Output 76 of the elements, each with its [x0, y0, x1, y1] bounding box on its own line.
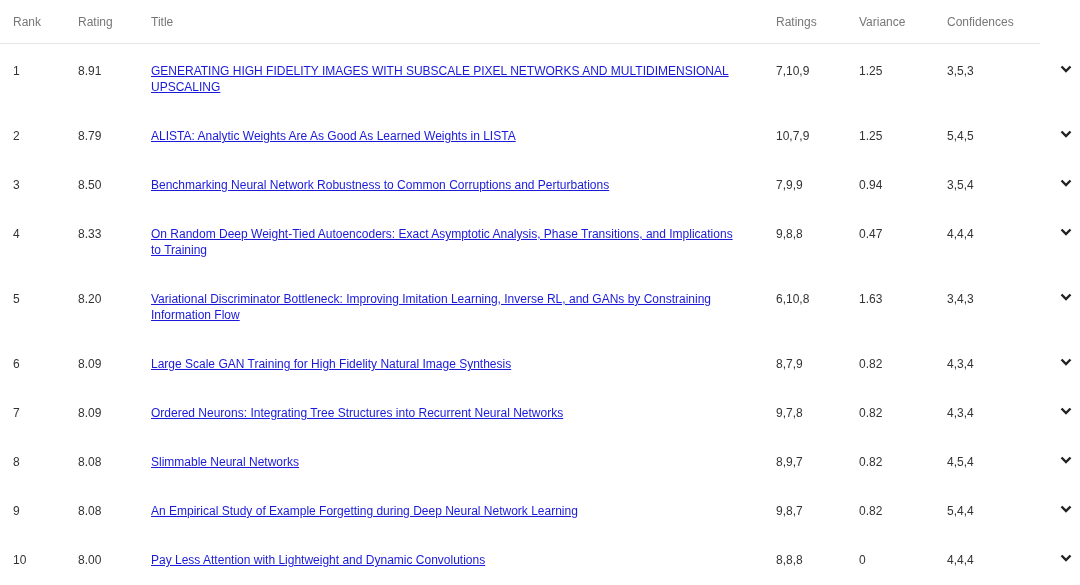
variance-cell: 1.25 [859, 129, 883, 143]
paper-title-link[interactable]: Large Scale GAN Training for High Fidelity Natural Image Synthesis [151, 356, 512, 372]
paper-title-link[interactable]: Ordered Neurons: Integrating Tree Structures into Recurrent Neural Networks [151, 405, 564, 421]
confidences-cell: 4,3,4 [947, 357, 974, 371]
rank-cell: 9 [13, 504, 20, 518]
paper-title-link[interactable]: GENERATING HIGH FIDELITY IMAGES WITH SUBSCALE PIXEL NETWORKS AND MULTIDIMENSIONAL UPSCALING [151, 63, 736, 95]
rank-cell: 7 [13, 406, 20, 420]
confidences-cell: 3,5,4 [947, 178, 974, 192]
confidences-cell: 4,5,4 [947, 455, 974, 469]
ratings-cell: 6,10,8 [776, 292, 810, 306]
rank-cell: 3 [13, 178, 20, 192]
chevron-down-icon [1060, 293, 1072, 301]
confidences-cell: 4,4,4 [947, 553, 974, 567]
variance-cell: 0.94 [859, 178, 883, 192]
variance-cell: 1.63 [859, 292, 883, 306]
paper-title-link[interactable]: Pay Less Attention with Lightweight and Dynamic Convolutions [151, 552, 486, 568]
variance-cell: 0 [859, 553, 866, 567]
column-header: Rank [13, 14, 41, 29]
ratings-cell: 8,9,7 [776, 455, 803, 469]
variance-cell: 0.82 [859, 455, 883, 469]
chevron-down-icon [1060, 554, 1072, 562]
ratings-cell: 7,10,9 [776, 64, 810, 78]
column-header: Rating [78, 14, 113, 29]
chevron-down-icon [1060, 456, 1072, 464]
rank-cell: 5 [13, 292, 20, 306]
ratings-cell: 9,8,8 [776, 227, 803, 241]
column-header: Variance [859, 14, 906, 29]
rating-cell: 8.08 [78, 504, 102, 518]
confidences-cell: 3,5,3 [947, 64, 974, 78]
variance-cell: 0.82 [859, 406, 883, 420]
column-header: Ratings [776, 14, 817, 29]
ratings-cell: 9,7,8 [776, 406, 803, 420]
rating-cell: 8.79 [78, 129, 102, 143]
confidences-cell: 5,4,4 [947, 504, 974, 518]
confidences-cell: 4,3,4 [947, 406, 974, 420]
chevron-down-icon [1060, 130, 1072, 138]
rank-cell: 4 [13, 227, 20, 241]
column-header: Title [151, 14, 174, 29]
variance-cell: 0.82 [859, 504, 883, 518]
ratings-cell: 7,9,9 [776, 178, 803, 192]
ratings-cell: 8,8,8 [776, 553, 803, 567]
paper-title-link[interactable]: An Empirical Study of Example Forgetting during Deep Neural Network Learning [151, 503, 578, 519]
paper-title-link[interactable]: Slimmable Neural Networks [151, 454, 300, 470]
confidences-cell: 4,4,4 [947, 227, 974, 241]
ratings-cell: 9,8,7 [776, 504, 803, 518]
rating-cell: 8.20 [78, 292, 102, 306]
confidences-cell: 5,4,5 [947, 129, 974, 143]
column-header: Confidences [947, 14, 1014, 29]
rating-cell: 8.50 [78, 178, 102, 192]
rating-cell: 8.00 [78, 553, 102, 567]
chevron-down-icon [1060, 179, 1072, 187]
variance-cell: 0.47 [859, 227, 883, 241]
rank-cell: 1 [13, 64, 20, 78]
chevron-down-icon [1060, 228, 1072, 236]
chevron-down-icon [1060, 358, 1072, 366]
paper-title-link[interactable]: On Random Deep Weight-Tied Autoencoders: Exact Asymptotic Analysis, Phase Transitions, and Implications to Training [151, 226, 736, 258]
confidences-cell: 3,4,3 [947, 292, 974, 306]
chevron-down-icon [1060, 407, 1072, 415]
rating-cell: 8.09 [78, 406, 102, 420]
rank-cell: 10 [13, 553, 27, 567]
rank-cell: 2 [13, 129, 20, 143]
rank-cell: 8 [13, 455, 20, 469]
paper-title-link[interactable]: Variational Discriminator Bottleneck: Improving Imitation Learning, Inverse RL, and GANs by Constraining Information Flow [151, 291, 736, 323]
paper-title-link[interactable]: Benchmarking Neural Network Robustness to Common Corruptions and Perturbations [151, 177, 610, 193]
paper-title-link[interactable]: ALISTA: Analytic Weights Are As Good As Learned Weights in LISTA [151, 128, 516, 144]
rank-cell: 6 [13, 357, 20, 371]
variance-cell: 0.82 [859, 357, 883, 371]
ratings-cell: 10,7,9 [776, 129, 810, 143]
rating-cell: 8.08 [78, 455, 102, 469]
variance-cell: 1.25 [859, 64, 883, 78]
ratings-cell: 8,7,9 [776, 357, 803, 371]
rating-cell: 8.91 [78, 64, 102, 78]
rating-cell: 8.09 [78, 357, 102, 371]
rating-cell: 8.33 [78, 227, 102, 241]
chevron-down-icon [1060, 64, 1072, 73]
chevron-down-icon [1060, 505, 1072, 513]
